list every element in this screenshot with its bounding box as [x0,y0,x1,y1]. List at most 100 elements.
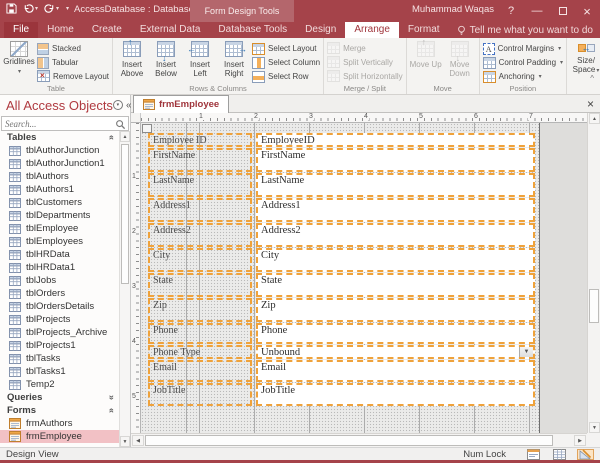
collapse-section-icon[interactable]: « [107,408,116,413]
insert-above-button[interactable]: ↑ Insert Above [116,40,148,78]
form-selector-box[interactable] [142,124,152,133]
field-label[interactable]: Zip [148,298,252,322]
remove-layout-button[interactable]: ×Remove Layout [37,70,109,83]
insert-left-button[interactable]: ← Insert Left [184,40,216,78]
sidebar-item-table[interactable]: tblJobs [0,274,130,287]
tab-arrange[interactable]: Arrange [345,22,399,38]
tab-create[interactable]: Create [83,22,131,38]
sidebar-item-form-selected[interactable]: frmEmployee [0,430,130,443]
field-label[interactable]: Employee ID [148,133,252,147]
insert-right-button[interactable]: → Insert Right [218,40,250,78]
field-textbox[interactable]: EmployeeID [256,133,535,147]
tab-home[interactable]: Home [38,22,83,38]
select-row-button[interactable]: Select Row [252,70,320,83]
field-textbox[interactable]: FirstName [256,148,535,172]
minimize-button[interactable]: — [526,0,548,22]
tabular-button[interactable]: Tabular [37,56,109,69]
field-textbox[interactable]: Address2 [256,223,535,247]
search-input[interactable] [5,118,110,129]
sidebar-item-table[interactable]: tblAuthors1 [0,183,130,196]
collapse-ribbon-icon[interactable]: ^ [590,74,594,83]
field-textbox[interactable]: Phone [256,323,535,344]
field-label[interactable]: Email [148,360,252,382]
sidebar-item-table[interactable]: tblProjects [0,313,130,326]
sidebar-item-table[interactable]: tblTasks1 [0,365,130,378]
combo-dropdown-icon[interactable]: ▼ [519,347,533,357]
tab-database-tools[interactable]: Database Tools [209,22,296,38]
field-textbox[interactable]: Zip [256,298,535,322]
document-tab-frmemployee[interactable]: frmEmployee [133,95,229,113]
sidebar-item-table[interactable]: tblEmployees [0,235,130,248]
sidebar-item-form[interactable]: frmAuthors [0,417,130,430]
help-button[interactable]: ? [500,0,522,22]
field-label[interactable]: JobTitle [148,383,252,406]
navigation-menu-icon[interactable]: ▾ [113,100,123,110]
field-combobox[interactable]: Unbound ▼ [256,345,535,359]
control-margins-button[interactable]: AControl Margins▾ [483,42,563,55]
redo-button[interactable]: ▾ [44,3,59,14]
scroll-down-icon[interactable]: ▼ [589,422,600,433]
sidebar-item-table[interactable]: tblHRData [0,248,130,261]
sidebar-item-table[interactable]: tblProjects_Archive [0,326,130,339]
anchoring-button[interactable]: Anchoring▾ [483,70,563,83]
field-textbox[interactable]: Address1 [256,198,535,222]
undo-button[interactable]: ▾ [23,3,38,14]
field-label[interactable]: LastName [148,173,252,197]
sidebar-item-table[interactable]: tblAuthors [0,170,130,183]
tab-design[interactable]: Design [296,22,345,38]
vertical-scrollbar[interactable]: ▲ ▼ [587,113,600,433]
form-detail-grid[interactable]: Employee ID EmployeeID FirstName FirstNa… [141,123,540,433]
scroll-up-icon[interactable]: ▲ [589,113,600,124]
select-layout-button[interactable]: Select Layout [252,42,320,55]
datasheet-view-icon[interactable] [551,449,568,460]
gridlines-button[interactable]: Gridlines▾ [3,40,35,76]
vertical-scrollbar-thumb[interactable] [589,289,599,323]
field-label[interactable]: FirstName [148,148,252,172]
maximize-button[interactable] [552,0,574,22]
field-label[interactable]: City [148,248,252,272]
field-textbox[interactable]: JobTitle [256,383,535,406]
save-icon[interactable] [6,3,17,14]
insert-below-button[interactable]: ↓ Insert Below [150,40,182,78]
field-textbox[interactable]: Email [256,360,535,382]
sidebar-item-table[interactable]: tblTasks [0,352,130,365]
horizontal-scrollbar[interactable]: ◀ ▶ [131,433,587,447]
user-name[interactable]: Muhammad Waqas [412,4,494,15]
sidebar-item-table[interactable]: Temp2 [0,378,130,391]
control-padding-button[interactable]: Control Padding▾ [483,56,563,69]
customize-qat-icon[interactable]: ▾ [66,5,69,12]
field-textbox[interactable]: City [256,248,535,272]
undo-dropdown-caret[interactable]: ▾ [35,5,38,12]
tab-file[interactable]: File [4,22,38,38]
expand-section-icon[interactable]: » [107,395,116,400]
sidebar-item-table[interactable]: tblProjects1 [0,339,130,352]
sidebar-scrollbar-thumb[interactable] [121,144,129,284]
field-textbox[interactable]: State [256,273,535,297]
field-textbox[interactable]: LastName [256,173,535,197]
scroll-right-icon[interactable]: ▶ [574,435,586,446]
scroll-up-icon[interactable]: ▲ [120,131,130,142]
field-label[interactable]: Phone Type [148,345,252,359]
section-header-tables[interactable]: Tables« [0,131,130,144]
sidebar-item-table[interactable]: tblOrders [0,287,130,300]
collapse-section-icon[interactable]: « [107,135,116,140]
close-button[interactable]: × [576,0,598,22]
sidebar-scrollbar[interactable]: ▲ ▼ [119,131,130,447]
sidebar-item-table[interactable]: tblDepartments [0,209,130,222]
tab-format[interactable]: Format [399,22,449,38]
field-label[interactable]: State [148,273,252,297]
scroll-down-icon[interactable]: ▼ [120,436,130,447]
redo-dropdown-caret[interactable]: ▾ [56,5,59,12]
field-label[interactable]: Address2 [148,223,252,247]
sidebar-item-table[interactable]: tblOrdersDetails [0,300,130,313]
sidebar-item-table[interactable]: tblAuthorJunction1 [0,157,130,170]
section-header-forms[interactable]: Forms« [0,404,130,417]
sidebar-item-table[interactable]: tblAuthorJunction [0,144,130,157]
tab-external-data[interactable]: External Data [131,22,210,38]
close-document-icon[interactable]: × [587,96,594,112]
sidebar-item-table[interactable]: tblEmployee [0,222,130,235]
section-header-queries[interactable]: Queries» [0,391,130,404]
horizontal-scrollbar-thumb[interactable] [145,435,553,446]
stacked-button[interactable]: Stacked [37,42,109,55]
sidebar-item-table[interactable]: tblCustomers [0,196,130,209]
